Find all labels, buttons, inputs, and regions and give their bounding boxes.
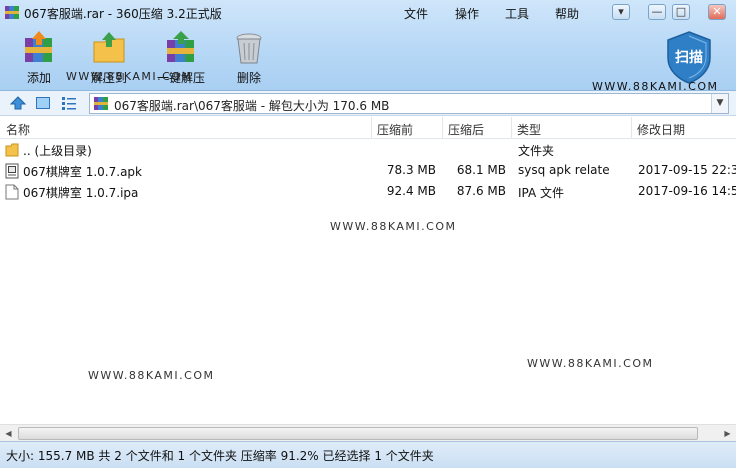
trash-can-icon — [236, 33, 262, 64]
file-after: 68.1 MB — [456, 163, 506, 177]
column-divider[interactable] — [371, 117, 372, 138]
list-view-icon[interactable] — [61, 95, 77, 111]
menu-operation[interactable]: 操作 — [455, 5, 479, 22]
horizontal-scrollbar[interactable]: ◀ ▶ — [0, 424, 736, 441]
scroll-thumb[interactable] — [18, 427, 698, 440]
table-row[interactable]: .. (上级目录) 文件夹 — [0, 139, 736, 160]
table-row[interactable]: 067棋牌室 1.0.7.apk 78.3 MB 68.1 MB sysq ap… — [0, 160, 736, 181]
file-type: sysq apk relate — [518, 163, 610, 177]
add-to-archive-icon — [25, 31, 52, 62]
column-compressed-before[interactable]: 压缩前 — [377, 121, 413, 138]
add-label: 添加 — [26, 71, 51, 85]
file-before: 92.4 MB — [386, 184, 436, 198]
title-bar: 067客服端.rar - 360压缩 3.2正式版 文件 操作 工具 帮助 ▾ … — [0, 0, 736, 26]
scroll-left-icon[interactable]: ◀ — [0, 425, 17, 442]
address-row: 067客服端.rar\067客服端 - 解包大小为 170.6 MB ▼ — [0, 91, 736, 116]
address-bar[interactable]: 067客服端.rar\067客服端 - 解包大小为 170.6 MB ▼ — [89, 93, 729, 114]
column-name[interactable]: 名称 — [6, 121, 30, 138]
one-click-extract-icon — [167, 31, 194, 62]
address-path: 067客服端.rar\067客服端 - 解包大小为 170.6 MB — [114, 99, 390, 113]
window-title: 067客服端.rar - 360压缩 3.2正式版 — [24, 7, 222, 21]
status-text: 大小: 155.7 MB 共 2 个文件和 1 个文件夹 压缩率 91.2% 已… — [6, 449, 434, 463]
menu-tools[interactable]: 工具 — [505, 5, 529, 22]
delete-label: 删除 — [236, 71, 261, 85]
scan-label: 扫描 — [675, 50, 703, 66]
status-bar: 大小: 155.7 MB 共 2 个文件和 1 个文件夹 压缩率 91.2% 已… — [0, 441, 736, 468]
watermark: WWW.88KAMI.COM — [88, 369, 215, 382]
rar-archive-icon — [5, 6, 19, 19]
scroll-right-icon[interactable]: ▶ — [719, 425, 736, 442]
watermark: WWW.88KAMI.COM — [330, 220, 457, 233]
file-modified: 2017-09-15 22:34 — [638, 163, 736, 177]
file-type: IPA 文件 — [518, 186, 565, 200]
file-before: 78.3 MB — [386, 163, 436, 177]
add-button[interactable]: 添加 — [14, 30, 64, 86]
watermark: WWW.88KAMI.COM — [527, 357, 654, 370]
column-modified[interactable]: 修改日期 — [637, 121, 685, 138]
apk-file-icon — [5, 163, 19, 179]
minimize-button[interactable]: — — [648, 4, 666, 20]
close-button[interactable]: ✕ — [708, 4, 726, 20]
file-name: .. (上级目录) — [23, 144, 92, 158]
maximize-button[interactable]: □ — [672, 4, 690, 20]
file-modified: 2017-09-16 14:57 — [638, 184, 736, 198]
column-divider[interactable] — [511, 117, 512, 138]
chevron-down-icon[interactable]: ▼ — [711, 94, 728, 113]
folder-icon — [5, 143, 19, 157]
menu-help[interactable]: 帮助 — [555, 5, 579, 22]
up-arrow-icon[interactable] — [10, 95, 26, 111]
file-after: 87.6 MB — [456, 184, 506, 198]
delete-button[interactable]: 删除 — [224, 30, 274, 86]
watermark: WWW.88KAMI.COM — [66, 70, 193, 83]
column-divider[interactable] — [442, 117, 443, 138]
file-name: 067棋牌室 1.0.7.apk — [23, 165, 142, 179]
rar-archive-icon — [94, 97, 108, 110]
column-compressed-after[interactable]: 压缩后 — [448, 121, 484, 138]
skin-button[interactable]: ▾ — [612, 4, 630, 20]
column-type[interactable]: 类型 — [517, 121, 541, 138]
document-file-icon — [5, 184, 19, 200]
column-divider[interactable] — [631, 117, 632, 138]
extract-folder-icon — [93, 32, 125, 63]
table-row[interactable]: 067棋牌室 1.0.7.ipa 92.4 MB 87.6 MB IPA 文件 … — [0, 181, 736, 202]
column-header: 名称 压缩前 压缩后 类型 修改日期 — [0, 117, 736, 139]
file-name: 067棋牌室 1.0.7.ipa — [23, 186, 139, 200]
thumbnail-view-icon[interactable] — [35, 95, 51, 111]
menu-file[interactable]: 文件 — [404, 5, 428, 22]
file-type: 文件夹 — [518, 144, 555, 158]
